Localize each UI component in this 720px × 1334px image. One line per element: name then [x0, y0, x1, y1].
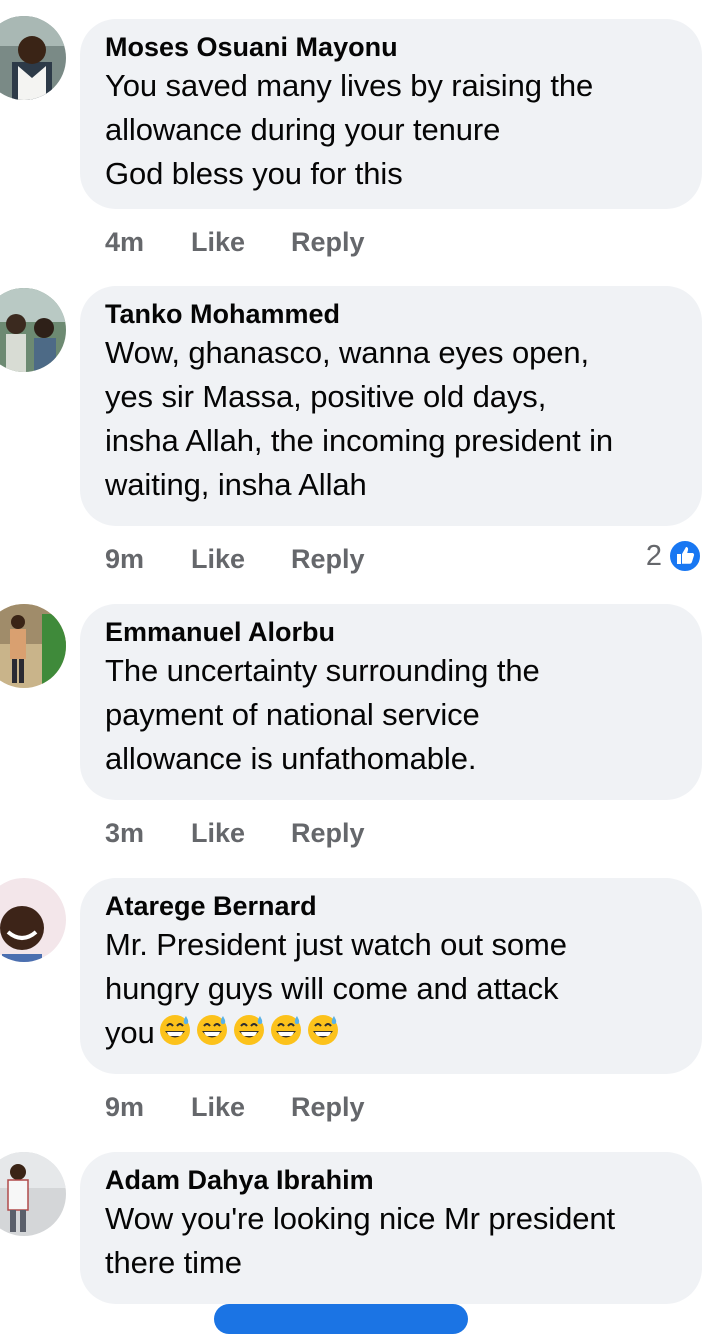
comment-bubble: Adam Dahya Ibrahim Wow you're looking ni…: [80, 1152, 702, 1304]
comment-bubble: Moses Osuani Mayonu You saved many lives…: [80, 19, 702, 209]
avatar[interactable]: [0, 878, 66, 962]
comment-text-line: allowance during your tenure: [105, 112, 501, 147]
grinning-sweat-emoji: [158, 1012, 192, 1058]
comment-author[interactable]: Emmanuel Alorbu: [105, 616, 678, 648]
emoji-row: [155, 1014, 340, 1050]
comment-timestamp[interactable]: 4m: [105, 222, 144, 262]
reply-button[interactable]: Reply: [291, 222, 365, 262]
comment-text-line-with-emoji: you: [105, 1011, 678, 1058]
comment-text-line: there time: [105, 1245, 242, 1280]
comment-bubble: Emmanuel Alorbu The uncertainty surround…: [80, 604, 702, 800]
comment-text-line: yes sir Massa, positive old days,: [105, 379, 547, 414]
comment-timestamp[interactable]: 3m: [105, 813, 144, 853]
comment-text-line: payment of national service: [105, 697, 480, 732]
grinning-sweat-emoji: [232, 1012, 266, 1058]
comment-text-line: Wow you're looking nice Mr president: [105, 1201, 616, 1236]
comment-bubble: Tanko Mohammed Wow, ghanasco, wanna eyes…: [80, 286, 702, 526]
comment-author[interactable]: Atarege Bernard: [105, 890, 678, 922]
reaction-count: 2: [645, 540, 662, 572]
grinning-sweat-emoji: [195, 1012, 229, 1058]
reply-button[interactable]: Reply: [291, 813, 365, 853]
grinning-sweat-emoji: [269, 1012, 303, 1058]
comment-text-line: hungry guys will come and attack: [105, 971, 559, 1006]
like-button[interactable]: Like: [191, 222, 245, 262]
reply-indicator[interactable]: [214, 1304, 468, 1334]
comment-text-line: The uncertainty surrounding the: [105, 653, 540, 688]
reaction-summary[interactable]: 2: [646, 536, 702, 576]
comment-author[interactable]: Tanko Mohammed: [105, 298, 678, 330]
avatar[interactable]: [0, 288, 66, 372]
thumbs-up-icon: [668, 539, 702, 573]
comment-text-line: God bless you for this: [105, 156, 403, 191]
comment-author[interactable]: Moses Osuani Mayonu: [105, 31, 678, 63]
comment-author[interactable]: Adam Dahya Ibrahim: [105, 1164, 678, 1196]
comment-text-line: you: [105, 1015, 155, 1050]
comment-text-line: Wow, ghanasco, wanna eyes open,: [105, 335, 590, 370]
avatar[interactable]: [0, 16, 66, 100]
grinning-sweat-emoji: [306, 1012, 340, 1058]
like-button[interactable]: Like: [191, 539, 245, 579]
comment-text-line: insha Allah, the incoming president in: [105, 423, 614, 458]
like-button[interactable]: Like: [191, 813, 245, 853]
comment-text-line: You saved many lives by raising the: [105, 68, 594, 103]
comment-bubble: Atarege Bernard Mr. President just watch…: [80, 878, 702, 1074]
avatar[interactable]: [0, 604, 66, 688]
comment-text-line: Mr. President just watch out some: [105, 927, 567, 962]
comment-timestamp[interactable]: 9m: [105, 539, 144, 579]
avatar[interactable]: [0, 1152, 66, 1236]
like-button[interactable]: Like: [191, 1087, 245, 1127]
comment-text-line: allowance is unfathomable.: [105, 741, 477, 776]
reply-button[interactable]: Reply: [291, 539, 365, 579]
comment-timestamp[interactable]: 9m: [105, 1087, 144, 1127]
reply-button[interactable]: Reply: [291, 1087, 365, 1127]
comment-text-line: waiting, insha Allah: [105, 467, 367, 502]
